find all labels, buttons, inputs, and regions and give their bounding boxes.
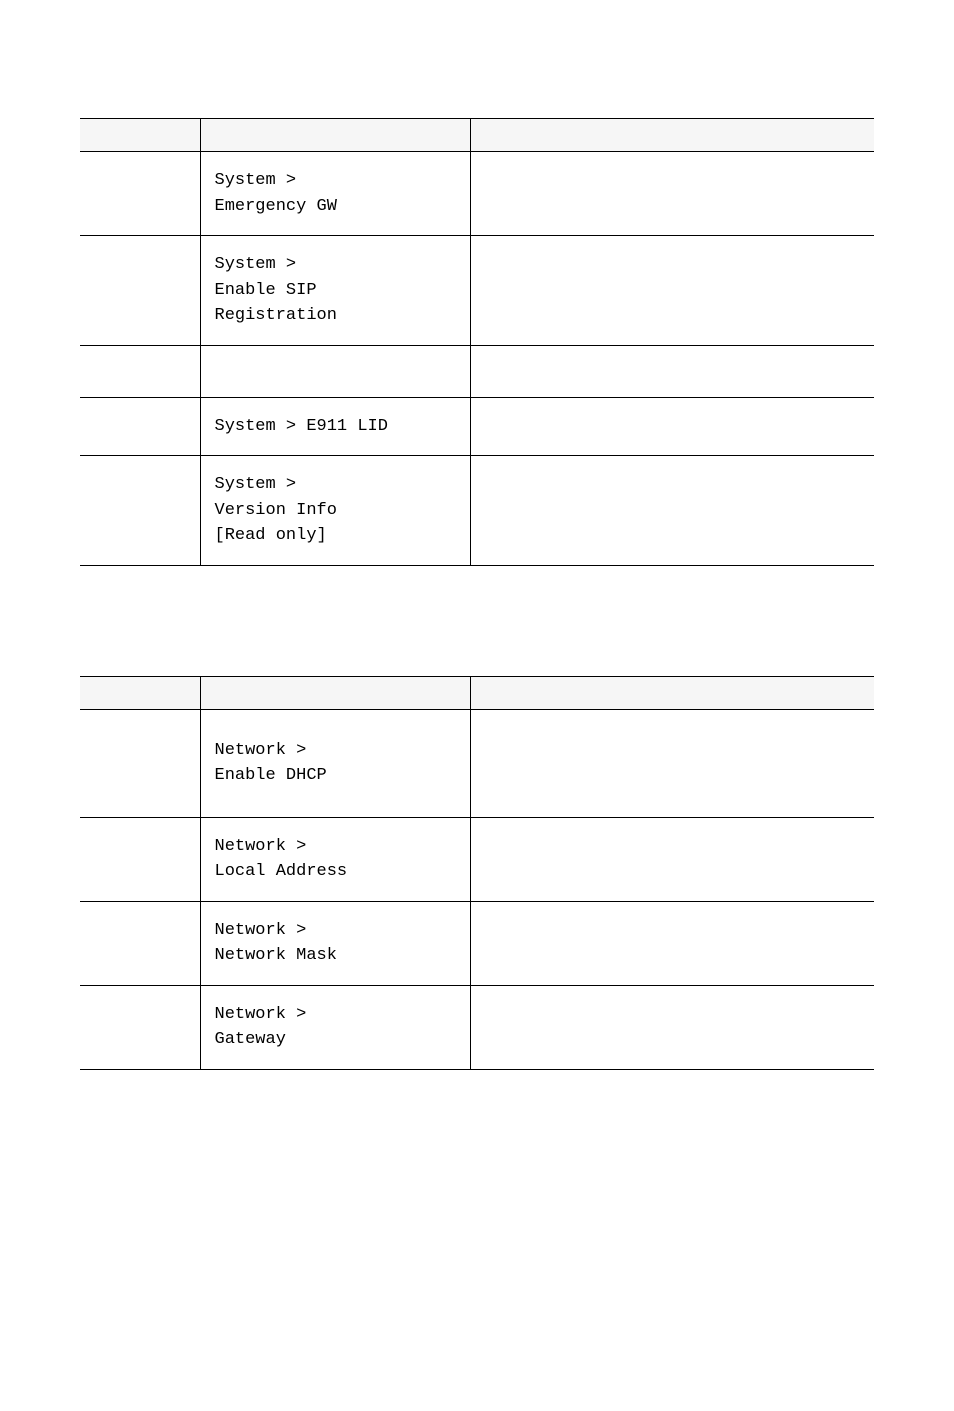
cell-col1 <box>80 345 200 397</box>
table-header <box>80 119 874 152</box>
header-cell <box>80 676 200 709</box>
cell-col1 <box>80 152 200 236</box>
cell-col3 <box>470 236 874 346</box>
network-menu-table: Network > Enable DHCP Network > Local Ad… <box>80 676 874 1070</box>
table-row: Network > Enable DHCP <box>80 709 874 817</box>
cell-col2: System > Emergency GW <box>200 152 470 236</box>
cell-col1 <box>80 709 200 817</box>
table-row: System > Version Info [Read only] <box>80 456 874 566</box>
cell-col3 <box>470 152 874 236</box>
system-menu-table: System > Emergency GW System > Enable SI… <box>80 118 874 566</box>
cell-col1 <box>80 456 200 566</box>
cell-col3 <box>470 456 874 566</box>
page-content: System > Emergency GW System > Enable SI… <box>0 0 954 1070</box>
table-row <box>80 345 874 397</box>
header-cell <box>470 119 874 152</box>
cell-col1 <box>80 236 200 346</box>
cell-col2: Network > Local Address <box>200 817 470 901</box>
cell-col2: System > Version Info [Read only] <box>200 456 470 566</box>
cell-col3 <box>470 985 874 1069</box>
cell-col1 <box>80 397 200 456</box>
cell-col2: Network > Enable DHCP <box>200 709 470 817</box>
table-row: System > Emergency GW <box>80 152 874 236</box>
table-header <box>80 676 874 709</box>
cell-col3 <box>470 817 874 901</box>
header-cell <box>470 676 874 709</box>
header-cell <box>80 119 200 152</box>
cell-col2: Network > Gateway <box>200 985 470 1069</box>
cell-col1 <box>80 985 200 1069</box>
cell-col3 <box>470 397 874 456</box>
cell-col1 <box>80 901 200 985</box>
cell-col2 <box>200 345 470 397</box>
table-row: System > Enable SIP Registration <box>80 236 874 346</box>
table-row: Network > Network Mask <box>80 901 874 985</box>
table-row: System > E911 LID <box>80 397 874 456</box>
table-row: Network > Gateway <box>80 985 874 1069</box>
cell-col2: System > E911 LID <box>200 397 470 456</box>
cell-col3 <box>470 901 874 985</box>
cell-col3 <box>470 709 874 817</box>
cell-col3 <box>470 345 874 397</box>
cell-col2: System > Enable SIP Registration <box>200 236 470 346</box>
header-cell <box>200 676 470 709</box>
cell-col2: Network > Network Mask <box>200 901 470 985</box>
cell-col1 <box>80 817 200 901</box>
table-row: Network > Local Address <box>80 817 874 901</box>
header-cell <box>200 119 470 152</box>
